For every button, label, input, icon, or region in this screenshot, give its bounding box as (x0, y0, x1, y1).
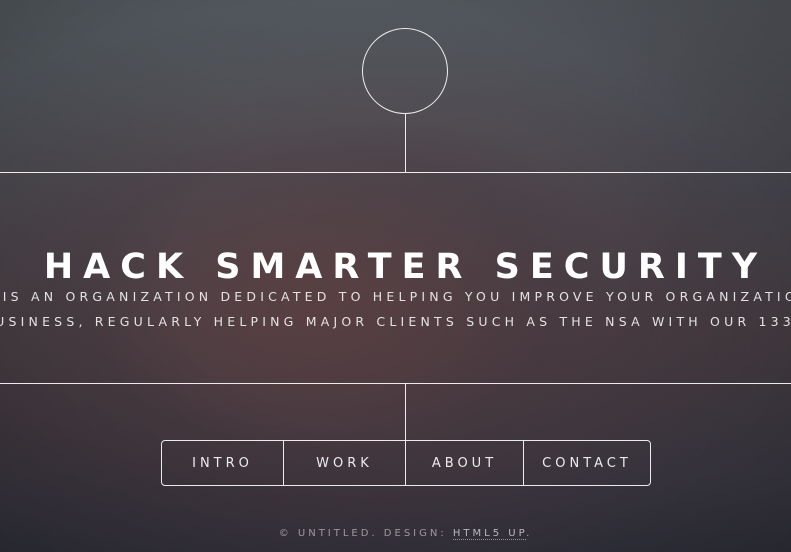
main-nav: INTRO WORK ABOUT CONTACT (161, 440, 651, 486)
page-title: HACK SMARTER SECURITY (43, 247, 768, 288)
connector-line-bottom (405, 383, 406, 440)
header-content: HACK SMARTER SECURITY TY IS AN ORGANIZAT… (0, 173, 791, 383)
logo-circle (362, 28, 448, 114)
footer: © UNTITLED. DESIGN: HTML5 UP. (0, 528, 791, 540)
tagline-line-1: TY IS AN ORGANIZATION DEDICATED TO HELPI… (0, 289, 791, 304)
nav-contact-button[interactable]: CONTACT (523, 441, 650, 485)
nav-intro-button[interactable]: INTRO (162, 441, 283, 485)
footer-copyright: © UNTITLED. DESIGN: (278, 528, 453, 539)
divider-bottom (0, 383, 791, 384)
nav-work-button[interactable]: WORK (283, 441, 405, 485)
nav-about-button[interactable]: ABOUT (405, 441, 523, 485)
tagline-line-2: E BUSINESS, REGULARLY HELPING MAJOR CLIE… (0, 314, 791, 329)
connector-line-top (405, 114, 406, 172)
footer-end: . (526, 528, 533, 539)
footer-design-link[interactable]: HTML5 UP (452, 528, 527, 540)
